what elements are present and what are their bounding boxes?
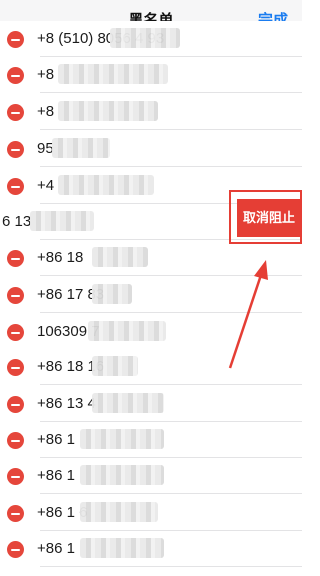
phone-number: +86 1: [37, 540, 75, 557]
delete-icon[interactable]: [7, 396, 24, 413]
phone-number: +86 1: [37, 467, 75, 484]
list-item[interactable]: +86 18 16: [0, 349, 302, 385]
delete-icon[interactable]: [7, 287, 24, 304]
delete-icon[interactable]: [7, 67, 24, 84]
list-item[interactable]: +8: [0, 57, 302, 93]
list-item[interactable]: +86 1 6: [0, 495, 302, 531]
list-item[interactable]: 95: [0, 131, 302, 167]
delete-icon[interactable]: [7, 31, 24, 48]
redaction-blur: [52, 138, 110, 158]
list-item[interactable]: +8 (510) 8056 4 93: [0, 21, 302, 57]
phone-number: +8: [37, 66, 55, 83]
redaction-blur: [92, 284, 132, 304]
redaction-blur: [110, 28, 180, 48]
delete-icon[interactable]: [7, 250, 24, 267]
redaction-blur: [58, 64, 168, 84]
redaction-blur: [30, 211, 94, 231]
phone-number: +86 1: [37, 431, 75, 448]
redaction-blur: [80, 502, 158, 522]
redaction-blur: [92, 393, 164, 413]
delete-icon[interactable]: [7, 324, 24, 341]
redaction-blur: [88, 321, 166, 341]
list-item[interactable]: +86 18: [0, 240, 302, 276]
redaction-blur: [80, 429, 164, 449]
phone-number: +8: [37, 103, 55, 120]
list-item[interactable]: +8: [0, 94, 302, 130]
list-item[interactable]: +86 1: [0, 422, 302, 458]
list-item[interactable]: +86 1: [0, 458, 302, 494]
delete-icon[interactable]: [7, 141, 24, 158]
redaction-blur: [92, 247, 148, 267]
delete-icon[interactable]: [7, 359, 24, 376]
phone-number: +86 18: [37, 249, 84, 266]
redaction-blur: [58, 101, 158, 121]
phone-number: +4: [37, 177, 55, 194]
highlight-box: 取消阻止: [229, 190, 302, 244]
phone-number: 6 13: [2, 213, 32, 230]
delete-icon[interactable]: [7, 178, 24, 195]
redaction-blur: [58, 175, 154, 195]
redaction-blur: [80, 538, 164, 558]
unblock-button[interactable]: 取消阻止: [237, 199, 301, 237]
redaction-blur: [80, 465, 164, 485]
delete-icon[interactable]: [7, 468, 24, 485]
delete-icon[interactable]: [7, 541, 24, 558]
delete-icon[interactable]: [7, 432, 24, 449]
list-item[interactable]: +86 1: [0, 531, 302, 567]
list-item[interactable]: 106309 7: [0, 314, 302, 350]
delete-icon[interactable]: [7, 505, 24, 522]
list-item[interactable]: +86 13 4: [0, 386, 302, 422]
delete-icon[interactable]: [7, 104, 24, 121]
list-item[interactable]: +86 17 83: [0, 277, 302, 313]
redaction-blur: [92, 356, 138, 376]
phone-number: +86 13 4: [37, 395, 96, 412]
